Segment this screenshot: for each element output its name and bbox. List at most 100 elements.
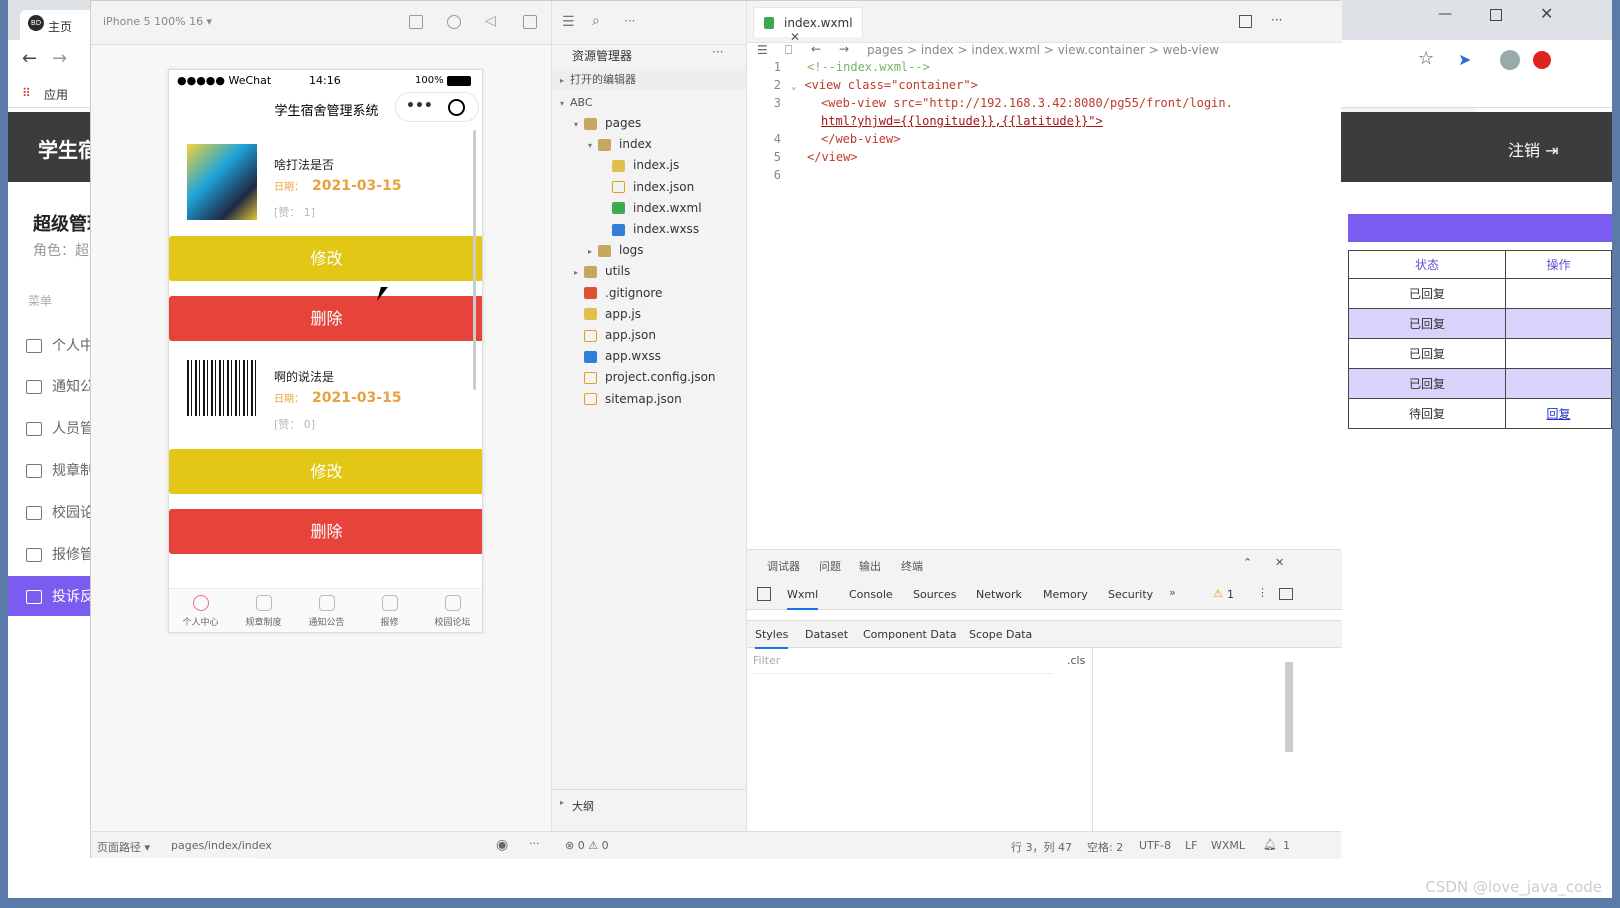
file-tree-item[interactable]: app.json [552, 325, 747, 346]
breadcrumb-path[interactable]: pages > index > index.wxml > view.contai… [867, 43, 1219, 57]
dock-icon[interactable] [1279, 588, 1293, 600]
delete-button[interactable]: 删除 [169, 509, 482, 554]
close-window-icon[interactable]: ✕ [1540, 4, 1553, 23]
tab-sources[interactable]: Sources [913, 588, 957, 601]
file-tree-item[interactable]: index.wxss [552, 219, 747, 240]
apps-grid-icon[interactable]: ⠿ [22, 86, 31, 100]
file-tree-item[interactable]: index.json [552, 177, 747, 198]
indentation[interactable]: 空格: 2 [1087, 839, 1123, 855]
editor-tab-index-wxml[interactable]: index.wxml ✕ [753, 7, 863, 44]
tab-component-data[interactable]: Component Data [863, 628, 957, 641]
code-line-1[interactable]: 1 <!--index.wxml--> [747, 58, 1342, 76]
list-icon[interactable]: ☰ [562, 14, 575, 30]
eye-icon[interactable]: ◉ [496, 837, 508, 853]
kebab-menu-icon[interactable]: ⋮ [1257, 586, 1268, 599]
file-tree-item[interactable]: app.wxss [552, 346, 747, 367]
maximize-icon[interactable] [1490, 9, 1502, 21]
tab-wxml[interactable]: Wxml [787, 588, 819, 610]
more-dots-icon[interactable]: ••• [406, 98, 433, 114]
tab-network[interactable]: Network [976, 588, 1022, 601]
capsule-menu[interactable]: ••• [395, 92, 479, 122]
tab-rules[interactable]: 规章制度 [232, 595, 295, 628]
extension-icon[interactable]: ➤ [1458, 50, 1471, 69]
code-line-5[interactable]: 5 </view> [747, 148, 1342, 166]
tab-notice[interactable]: 通知公告 [295, 595, 358, 628]
tab-personal[interactable]: 个人中心 [169, 595, 232, 628]
code-line-3[interactable]: 3 <web-view src="http://192.168.3.42:8080… [747, 94, 1342, 112]
phone-icon[interactable] [409, 15, 423, 29]
cls-toggle[interactable]: .cls [1067, 654, 1085, 667]
cursor-position[interactable]: 行 3，列 47 [1011, 839, 1072, 855]
split-editor-icon[interactable] [1239, 15, 1252, 28]
chevron-up-icon[interactable]: ⌃ [1243, 556, 1252, 569]
delete-button[interactable]: 删除 [169, 296, 482, 341]
code-line-3-wrap[interactable]: html?yhjwd={{longitude}},{{latitude}}"> [747, 112, 1342, 130]
menu-item-repair[interactable]: 报修管 [8, 534, 98, 574]
code-line-6[interactable]: 6 [747, 166, 1342, 184]
list-item[interactable]: 啊的说法是 日期： 2021-03-15 [赞： 0] [169, 344, 482, 444]
open-editors-section[interactable]: ▸ 打开的编辑器 [552, 69, 747, 90]
file-tree-item[interactable]: project.config.json [552, 367, 747, 388]
line-ending[interactable]: LF [1185, 839, 1197, 852]
tab-terminal[interactable]: 终端 [901, 558, 923, 574]
more-icon[interactable]: ··· [1271, 13, 1282, 27]
outline-section[interactable]: ▸ 大纲 [552, 789, 747, 819]
menu-item-rules[interactable]: 规章制 [8, 450, 98, 490]
list-icon[interactable]: ☰ [757, 43, 768, 57]
file-tree-item[interactable]: index.js [552, 155, 747, 176]
fold-chevron-icon[interactable]: ⌄ [791, 82, 796, 92]
minimize-icon[interactable]: — [1438, 6, 1452, 22]
file-tree-item[interactable]: .gitignore [552, 283, 747, 304]
code-line-2[interactable]: 2 ⌄ <view class="container"> [747, 76, 1342, 94]
page-path-label[interactable]: 页面路径 ▾ [97, 839, 150, 855]
file-tree-item[interactable]: sitemap.json [552, 389, 747, 410]
bell-icon[interactable]: 🔔︎ [1263, 838, 1277, 851]
styles-filter-input[interactable]: Filter [753, 654, 1053, 674]
tab-console[interactable]: Console [849, 588, 893, 601]
language-mode[interactable]: WXML [1211, 839, 1245, 852]
close-panel-icon[interactable]: ✕ [1275, 556, 1284, 569]
file-tree-item[interactable]: index.wxml [552, 198, 747, 219]
tab-output[interactable]: 输出 [859, 558, 881, 574]
forward-icon[interactable]: → [52, 48, 67, 69]
back-icon[interactable]: ← [22, 48, 37, 69]
edit-button[interactable]: 修改 [169, 449, 482, 494]
menu-item-staff[interactable]: 人员管 [8, 408, 98, 448]
menu-item-forum[interactable]: 校园论 [8, 492, 98, 532]
tab-debugger[interactable]: 调试器 [767, 558, 800, 574]
star-icon[interactable]: ☆ [1418, 48, 1434, 69]
code-line-4[interactable]: 4 </web-view> [747, 130, 1342, 148]
file-tree-item[interactable]: ▾ index [552, 134, 747, 155]
logout-button[interactable]: 注销 ⇥ [1508, 137, 1559, 161]
file-tree-item[interactable]: ▸ logs [552, 240, 747, 261]
file-tree-item[interactable]: app.js [552, 304, 747, 325]
tab-security[interactable]: Security [1108, 588, 1153, 601]
back-icon[interactable]: ← [811, 42, 821, 56]
edit-button[interactable]: 修改 [169, 236, 482, 281]
tab-repair[interactable]: 报修 [358, 595, 421, 628]
problems-count[interactable]: ⊗ 0 ⚠ 0 [565, 839, 609, 852]
bookmark-apps[interactable]: 应用 [44, 86, 68, 103]
more-tabs-icon[interactable]: » [1169, 586, 1176, 599]
tab-scope-data[interactable]: Scope Data [969, 628, 1032, 641]
project-root[interactable]: ▾ ABC [552, 92, 747, 113]
bookmark-icon[interactable]: ⎕ [785, 43, 792, 58]
window-icon[interactable] [523, 15, 537, 29]
menu-item-complaint[interactable]: 投诉反 [8, 576, 98, 616]
menu-item-personal[interactable]: 个人中 [8, 325, 98, 365]
warning-icon[interactable]: ⚠ [1213, 587, 1223, 600]
close-mini-icon[interactable] [448, 99, 465, 116]
record-icon[interactable] [447, 15, 461, 29]
scrollbar[interactable] [1285, 662, 1293, 752]
forward-icon[interactable]: → [839, 42, 849, 56]
device-selector[interactable]: iPhone 5 100% 16 ▾ [103, 15, 212, 28]
tab-dataset[interactable]: Dataset [805, 628, 848, 641]
more-icon[interactable]: ··· [712, 45, 723, 59]
tab-styles[interactable]: Styles [755, 628, 789, 649]
more-icon[interactable]: ··· [624, 14, 635, 28]
scrollbar[interactable] [473, 130, 476, 390]
reply-link[interactable]: 回复 [1546, 407, 1570, 421]
list-item[interactable]: 啥打法是否 日期： 2021-03-15 [赞： 1] [169, 132, 482, 232]
search-icon[interactable]: ⌕ [592, 13, 600, 29]
update-icon[interactable] [1533, 51, 1551, 69]
